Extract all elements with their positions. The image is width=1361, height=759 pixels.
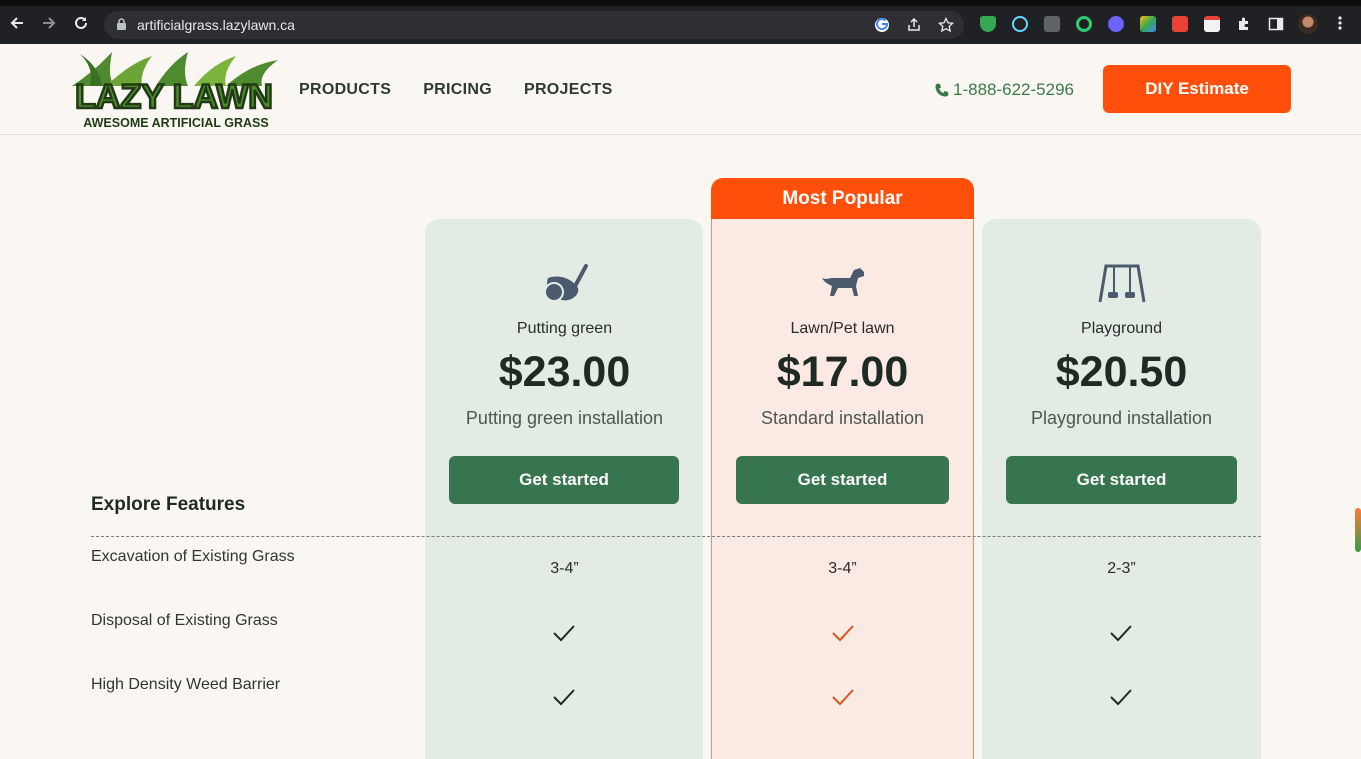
calendar-extension-icon[interactable] bbox=[1204, 16, 1220, 32]
address-bar[interactable]: artificialgrass.lazylawn.ca bbox=[104, 11, 964, 39]
feature-label: Disposal of Existing Grass bbox=[91, 612, 278, 629]
most-popular-badge: Most Popular bbox=[711, 178, 974, 219]
feature-label: Excavation of Existing Grass bbox=[91, 548, 295, 565]
browser-toolbar: artificialgrass.lazylawn.ca bbox=[0, 0, 1361, 44]
google-icon[interactable] bbox=[874, 17, 890, 33]
feature-value: 2-3” bbox=[1107, 560, 1136, 577]
tab-strip bbox=[0, 0, 1361, 6]
swing-set-icon bbox=[1098, 264, 1146, 303]
bookmark-star-icon[interactable] bbox=[938, 17, 954, 33]
plan-price: $17.00 bbox=[776, 348, 909, 396]
dog-icon bbox=[822, 268, 864, 296]
check-icon bbox=[1110, 689, 1132, 706]
feature-value: 3-4” bbox=[828, 560, 857, 577]
plan-name: Playground bbox=[1081, 320, 1162, 337]
shield-extension-icon[interactable] bbox=[980, 16, 996, 32]
plan-description: Putting green installation bbox=[465, 408, 664, 428]
features-divider bbox=[91, 536, 1261, 537]
phone-icon bbox=[935, 83, 949, 97]
back-icon[interactable] bbox=[8, 14, 26, 32]
nav-pricing[interactable]: PRICING bbox=[423, 81, 492, 99]
profile-avatar[interactable] bbox=[1298, 14, 1318, 34]
lazy-lawn-logo[interactable]: LAZY LAWN AWESOME ARTIFICIAL GRASS bbox=[66, 50, 282, 130]
share-icon[interactable] bbox=[906, 17, 922, 33]
check-icon bbox=[553, 689, 575, 706]
feature-value: 3-4” bbox=[550, 560, 579, 577]
reload-icon[interactable] bbox=[72, 14, 90, 32]
fire-extension-icon[interactable] bbox=[1172, 16, 1188, 32]
main-nav: PRODUCTS PRICING PROJECTS bbox=[299, 81, 613, 99]
lock-icon bbox=[117, 18, 126, 30]
golf-club-icon bbox=[544, 264, 588, 302]
get-started-playground-button[interactable]: Get started bbox=[1006, 456, 1237, 504]
gear-extension-icon[interactable] bbox=[1108, 16, 1124, 32]
check-icon bbox=[832, 689, 854, 706]
url-text: artificialgrass.lazylawn.ca bbox=[137, 17, 295, 33]
get-started-lawn-button[interactable]: Get started bbox=[736, 456, 949, 504]
gamepad-extension-icon[interactable] bbox=[1044, 16, 1060, 32]
plan-description: Standard installation bbox=[760, 408, 925, 428]
check-icon bbox=[553, 625, 575, 642]
phone-number: 1-888-622-5296 bbox=[953, 80, 1074, 99]
check-icon bbox=[832, 625, 854, 642]
plan-price: $20.50 bbox=[1055, 348, 1188, 396]
plan-name: Putting green bbox=[516, 320, 613, 337]
feature-label: High Density Weed Barrier bbox=[91, 676, 281, 693]
phone-link[interactable]: 1-888-622-5296 bbox=[934, 80, 1074, 100]
diy-estimate-button[interactable]: DIY Estimate bbox=[1103, 65, 1291, 113]
plan-description: Playground installation bbox=[1030, 408, 1213, 428]
features-heading: Explore Features bbox=[91, 494, 246, 515]
nav-products[interactable]: PRODUCTS bbox=[299, 81, 391, 99]
site-header: LAZY LAWN AWESOME ARTIFICIAL GRASS PRODU… bbox=[0, 44, 1361, 135]
get-started-putting-green-button[interactable]: Get started bbox=[449, 456, 679, 504]
scrollbar-thumb[interactable] bbox=[1355, 508, 1361, 552]
color-extension-icon[interactable] bbox=[1140, 16, 1156, 32]
plan-price: $23.00 bbox=[498, 348, 631, 396]
kebab-menu-icon[interactable] bbox=[1332, 15, 1348, 31]
puzzle-extensions-icon[interactable] bbox=[1236, 16, 1252, 32]
check-icon bbox=[1110, 625, 1132, 642]
plan-name: Lawn/Pet lawn bbox=[790, 320, 895, 337]
sidepanel-icon[interactable] bbox=[1268, 16, 1284, 32]
forward-icon[interactable] bbox=[40, 14, 58, 32]
react-extension-icon[interactable] bbox=[1012, 16, 1028, 32]
logo-tagline: AWESOME ARTIFICIAL GRASS bbox=[83, 116, 268, 130]
target-extension-icon[interactable] bbox=[1076, 16, 1092, 32]
logo-wordmark: LAZY LAWN bbox=[75, 78, 273, 116]
nav-projects[interactable]: PROJECTS bbox=[524, 81, 613, 99]
